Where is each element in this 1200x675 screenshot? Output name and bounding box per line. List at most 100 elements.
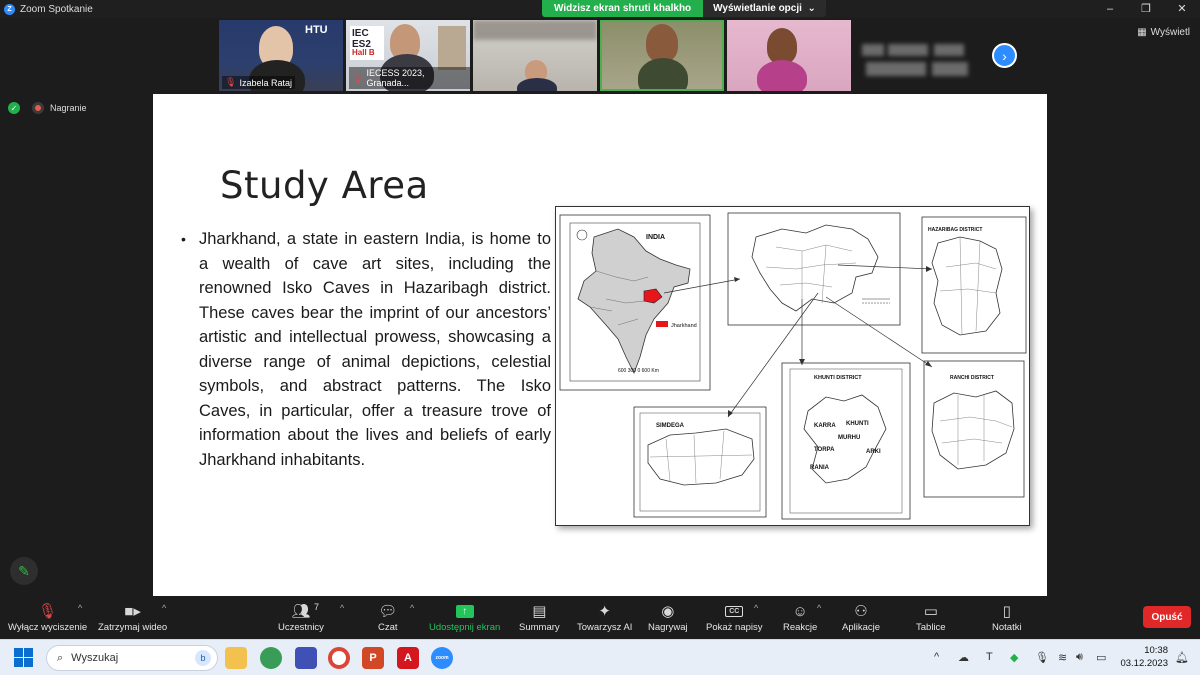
summary-button[interactable]: ▤ Summary <box>519 600 560 633</box>
microphone-tray-icon[interactable]: 🎙︎ <box>1035 651 1049 664</box>
murhu-label: MURHU <box>838 435 860 441</box>
bullet-dot: • <box>181 231 186 247</box>
teams-app-icon[interactable] <box>295 647 317 669</box>
maximize-button[interactable]: ❐ <box>1128 0 1164 18</box>
apps-label: Aplikacje <box>842 622 881 633</box>
wifi-icon[interactable]: ≋ <box>1058 651 1067 664</box>
notifications-icon[interactable]: 🔔︎ <box>1175 651 1189 664</box>
slide-bullet: • Jharkhand, a state in eastern India, i… <box>181 227 551 472</box>
summary-label: Summary <box>519 622 560 633</box>
apps-button[interactable]: ⚇ Aplikacje <box>842 600 880 633</box>
zoom-meeting-window: Z Zoom Spotkanie – ❐ ✕ Widzisz ekran shr… <box>0 0 1200 675</box>
encryption-shield-icon[interactable]: ✓ <box>8 102 20 114</box>
torpa-label: TORPA <box>814 447 835 453</box>
window-controls: – ❐ ✕ <box>1092 0 1200 18</box>
search-placeholder: Wyszukaj <box>71 652 119 664</box>
legend-swatch <box>656 321 668 327</box>
minimize-button[interactable]: – <box>1092 0 1128 18</box>
participant-tile-active-speaker[interactable] <box>600 20 724 91</box>
blurred-area <box>932 62 968 76</box>
recording-label: Nagranie <box>50 103 87 113</box>
grid-view-icon: ▦ <box>1137 27 1147 38</box>
powerpoint-icon[interactable]: P <box>362 647 384 669</box>
chat-button[interactable]: 💬︎ Czat <box>378 600 398 633</box>
video-options-caret[interactable]: ^ <box>162 603 166 613</box>
jharkhand-map-figure: Jharkhand INDIA 600 300 0 600 Km HAZARIB… <box>555 206 1030 526</box>
tray-overflow-caret[interactable]: ^ <box>934 651 939 663</box>
next-participants-button[interactable]: › <box>992 43 1017 68</box>
clock-time: 10:38 <box>1144 645 1168 656</box>
onedrive-icon[interactable]: ☁ <box>958 651 969 664</box>
record-label: Nagrywaj <box>648 622 688 633</box>
participant-tile[interactable]: HTU 🎙︎ Izabela Rataj <box>219 20 343 91</box>
notes-button[interactable]: ▯ Notatki <box>992 600 1022 633</box>
stop-video-button[interactable]: ■▸ Zatrzymaj wideo <box>98 600 167 633</box>
participant-strip: HTU 🎙︎ Izabela Rataj IEC ES2 Hall B 🎙︎ IECE… <box>219 20 978 91</box>
ai-companion-icon: ✦ <box>598 603 611 620</box>
apps-icon: ⚇ <box>854 603 868 620</box>
acrobat-icon[interactable]: A <box>397 647 419 669</box>
leave-meeting-button[interactable]: Opuść <box>1143 606 1191 628</box>
muted-mic-icon: 🎙︎ <box>352 72 364 83</box>
microphone-muted-icon: 🎙︎ <box>38 603 58 620</box>
participants-label: Uczestnicy <box>278 622 324 633</box>
blurred-area <box>862 44 884 56</box>
ai-companion-button[interactable]: ✦ Towarzysz AI <box>577 600 632 633</box>
participant-face <box>646 24 678 62</box>
teams-tray-icon[interactable]: T <box>986 651 993 663</box>
chrome-icon[interactable] <box>328 647 350 669</box>
blurred-area <box>866 62 926 76</box>
blurred-area <box>934 44 964 56</box>
karra-label: KARRA <box>814 423 836 429</box>
close-button[interactable]: ✕ <box>1164 0 1200 18</box>
reactions-caret[interactable]: ^ <box>817 603 821 613</box>
file-explorer-icon[interactable] <box>225 647 247 669</box>
globe-app-icon[interactable] <box>260 647 282 669</box>
participant-tile[interactable] <box>473 20 597 91</box>
zoom-taskbar-icon[interactable]: zoom <box>431 647 453 669</box>
mute-button[interactable]: 🎙︎ Wyłącz wyciszenie <box>8 600 87 633</box>
view-options-button[interactable]: Wyświetlanie opcji ⌄ <box>703 0 826 17</box>
audio-options-caret[interactable]: ^ <box>78 603 82 613</box>
mute-label: Wyłącz wyciszenie <box>8 622 88 633</box>
participant-tile[interactable]: IEC ES2 Hall B 🎙︎ IECESS 2023, Granada... <box>346 20 470 91</box>
annotate-pencil-button[interactable]: ✎ <box>10 557 38 585</box>
reactions-icon: ☺ <box>792 602 808 620</box>
record-button[interactable]: ◉ Nagrywaj <box>648 600 688 633</box>
reactions-button[interactable]: ☺ Reakcje <box>783 600 818 634</box>
participant-tile[interactable] <box>854 20 978 91</box>
windows-start-button[interactable] <box>14 648 34 668</box>
participant-body <box>638 58 688 89</box>
rania-label: RANIA <box>810 465 830 471</box>
taskbar-search-box[interactable]: ⌕ Wyszukaj b <box>46 645 218 671</box>
whiteboard-icon: ▭ <box>923 603 938 620</box>
system-clock[interactable]: 10:38 03.12.2023 <box>1118 644 1168 670</box>
chat-icon: 💬︎ <box>378 603 398 620</box>
chat-caret[interactable]: ^ <box>410 603 414 613</box>
shield-tray-icon[interactable]: ◆ <box>1010 651 1018 664</box>
participant-tile[interactable] <box>727 20 851 91</box>
participants-icon: 👥︎ <box>291 603 311 620</box>
share-label: Udostępnij ekran <box>429 622 501 633</box>
windows-taskbar: ⌕ Wyszukaj b P A zoom ^ ☁ T ◆ 🎙︎ ≋ 🔊︎ ▭ … <box>0 639 1200 675</box>
share-screen-button[interactable]: ↑ Udostępnij ekran <box>429 600 500 633</box>
india-label: INDIA <box>646 234 665 241</box>
ranchi-label: RANCHI DISTRICT <box>950 375 994 381</box>
battery-icon[interactable]: ▭ <box>1096 651 1106 664</box>
pencil-icon: ✎ <box>18 562 30 579</box>
video-label: Zatrzymaj wideo <box>98 622 168 633</box>
participant-name: 🎙︎ Izabela Rataj <box>222 76 295 89</box>
reactions-label: Reakcje <box>783 622 818 633</box>
shared-screen-slide: Study Area • Jharkhand, a state in easte… <box>153 94 1047 596</box>
ai-companion-label: Towarzysz AI <box>577 622 633 633</box>
view-button[interactable]: ▦ Wyświetl <box>1137 27 1190 38</box>
captions-caret[interactable]: ^ <box>754 603 758 613</box>
bing-icon: b <box>195 650 211 666</box>
whiteboard-button[interactable]: ▭ Tablice <box>916 600 946 633</box>
summary-icon: ▤ <box>532 603 547 620</box>
whiteboard-label: Tablice <box>916 622 946 633</box>
participants-caret[interactable]: ^ <box>340 603 344 613</box>
arki-label: ARKI <box>866 449 881 455</box>
volume-icon[interactable]: 🔊︎ <box>1076 651 1083 664</box>
recording-indicator-icon[interactable] <box>32 102 44 114</box>
